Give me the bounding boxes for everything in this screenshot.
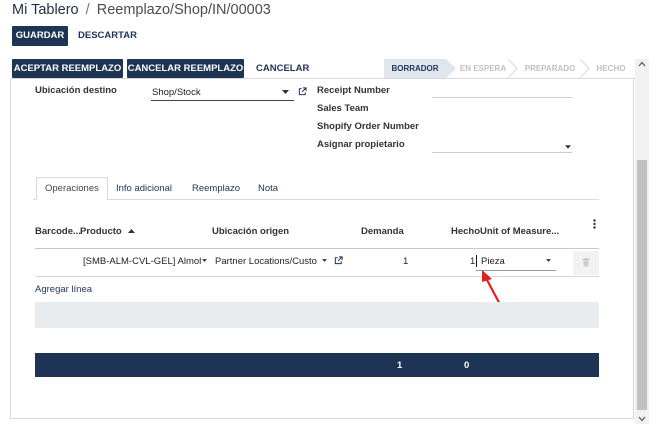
stage-ready[interactable]: PREPARADO: [520, 59, 580, 78]
receipt-number-field[interactable]: [432, 97, 572, 98]
shopify-order-label: Shopify Order Number: [317, 121, 419, 132]
tabs-divider: [33, 199, 599, 200]
assign-owner-label: Asignar propietario: [317, 139, 405, 150]
tab-replacement[interactable]: Reemplazo: [192, 183, 240, 194]
breadcrumb-separator: /: [85, 2, 90, 18]
stage-done[interactable]: HECHO: [590, 59, 632, 78]
external-link-icon[interactable]: [334, 256, 343, 265]
total-done: 0: [464, 360, 470, 371]
dest-location-field[interactable]: Shop/Stock: [152, 87, 201, 98]
scroll-down-icon[interactable]: [638, 416, 646, 422]
tab-additional-info[interactable]: Info adicional: [116, 183, 172, 194]
trash-icon[interactable]: [582, 258, 590, 267]
caret-down-icon[interactable]: [565, 145, 571, 149]
scroll-up-icon[interactable]: [638, 61, 646, 67]
breadcrumb-root-link[interactable]: Mi Tablero: [12, 2, 79, 18]
tab-note[interactable]: Nota: [258, 183, 278, 194]
text-cursor: [476, 255, 477, 267]
caret-up-icon: [128, 229, 136, 233]
table-header-divider: [35, 248, 599, 249]
col-product-label: Producto: [80, 226, 122, 237]
caret-down-icon[interactable]: [202, 259, 207, 262]
table-row-divider: [35, 276, 599, 277]
stage-waiting[interactable]: EN ESPERA: [456, 59, 510, 78]
stage-draft[interactable]: BORRADOR: [384, 59, 446, 78]
dest-location-underline: [151, 100, 294, 101]
row-product-field[interactable]: [SMB-ALM-CVL-GEL] Almoh: [83, 256, 201, 267]
stage-chevron-icon: [446, 59, 456, 78]
scrollbar-thumb[interactable]: [637, 160, 647, 410]
col-source-header[interactable]: Ubicación origen: [212, 226, 289, 237]
caret-down-icon[interactable]: [546, 259, 551, 262]
add-line-link[interactable]: Agregar línea: [35, 284, 92, 295]
tab-operations[interactable]: Operaciones: [36, 177, 108, 200]
row-uom-field[interactable]: Pieza: [481, 256, 505, 267]
sales-team-label: Sales Team: [317, 103, 369, 114]
row-source-field[interactable]: Partner Locations/Custo: [215, 256, 319, 267]
col-barcode-header[interactable]: Barcode...: [35, 226, 81, 237]
save-button[interactable]: GUARDAR: [12, 26, 68, 46]
breadcrumb: Mi Tablero / Reemplazo/Shop/IN/00003: [12, 2, 271, 18]
stage-chevron-icon: [580, 59, 590, 78]
cancel-button[interactable]: CANCELAR: [256, 59, 309, 78]
kebab-icon[interactable]: [593, 219, 596, 229]
receipt-number-label: Receipt Number: [317, 85, 390, 96]
dest-location-label: Ubicación destino: [35, 85, 117, 96]
caret-down-icon[interactable]: [322, 259, 327, 262]
breadcrumb-current: Reemplazo/Shop/IN/00003: [96, 2, 271, 18]
status-bar: BORRADOR EN ESPERA PREPARADO HECHO: [384, 59, 632, 78]
caret-down-icon[interactable]: [282, 90, 289, 94]
assign-owner-field[interactable]: [432, 152, 572, 153]
col-demand-header[interactable]: Demanda: [361, 226, 404, 237]
row-demand-value[interactable]: 1: [403, 256, 408, 267]
discard-button[interactable]: DESCARTAR: [78, 26, 137, 46]
col-done-header[interactable]: Hecho: [451, 226, 480, 237]
col-product-header[interactable]: Producto: [80, 226, 136, 237]
col-uom-header[interactable]: Unit of Measure...: [480, 226, 559, 237]
accept-replacement-button[interactable]: ACEPTAR REEMPLAZO: [12, 59, 123, 78]
external-link-icon[interactable]: [298, 87, 307, 96]
total-demand: 1: [397, 360, 403, 371]
table-totals-bar: [35, 353, 599, 377]
cancel-replacement-button[interactable]: CANCELAR REEMPLAZO: [127, 59, 244, 78]
stage-chevron-icon: [508, 59, 518, 78]
table-empty-band: [35, 302, 599, 328]
row-done-input[interactable]: 1: [470, 256, 475, 267]
